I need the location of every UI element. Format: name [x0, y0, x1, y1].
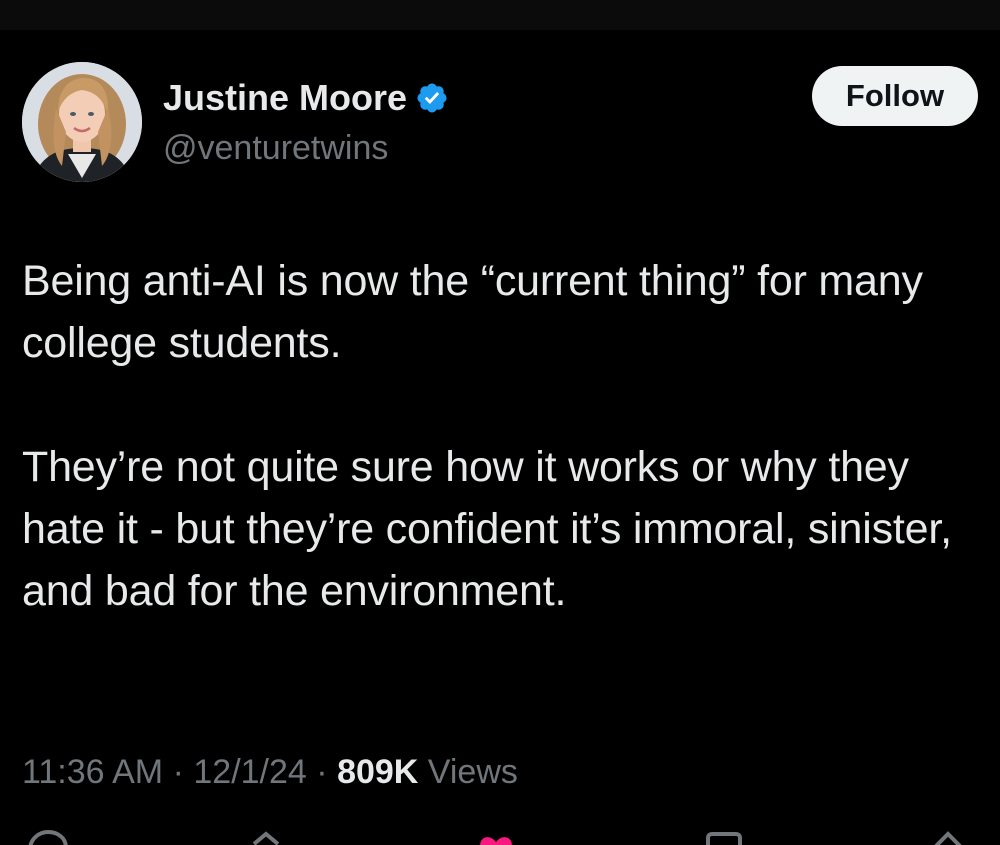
- views-count: 809K: [337, 753, 419, 791]
- tweet-text: Being anti-AI is now the “current thing”…: [22, 250, 972, 622]
- author-name-row: Justine Moore: [163, 76, 449, 120]
- repost-icon[interactable]: [240, 828, 292, 845]
- avatar-image: [22, 62, 142, 182]
- tweet-actions-bar: [0, 828, 1000, 845]
- tweet-meta: 11:36 AM · 12/1/24 · 809K Views: [22, 748, 518, 796]
- views-label: Views: [427, 753, 518, 791]
- tweet-date[interactable]: 12/1/24: [193, 753, 306, 791]
- tweet-time[interactable]: 11:36 AM: [22, 753, 163, 791]
- like-icon[interactable]: [470, 828, 522, 845]
- reply-icon[interactable]: [22, 828, 74, 845]
- bookmark-icon[interactable]: [698, 828, 750, 845]
- meta-separator: ·: [316, 753, 328, 791]
- author-handle[interactable]: @venturetwins: [163, 128, 388, 168]
- share-icon[interactable]: [922, 828, 974, 845]
- avatar[interactable]: [22, 62, 142, 182]
- tweet-paragraph: They’re not quite sure how it works or w…: [22, 443, 952, 615]
- follow-button[interactable]: Follow: [812, 66, 978, 126]
- tweet-paragraph: Being anti-AI is now the “current thing”…: [22, 257, 923, 367]
- meta-separator: ·: [172, 753, 184, 791]
- verified-badge-icon[interactable]: [415, 81, 449, 115]
- tweet-header: Justine Moore @venturetwins Follow: [22, 62, 978, 184]
- status-bar-strip: [0, 0, 1000, 30]
- author-display-name[interactable]: Justine Moore: [163, 76, 407, 120]
